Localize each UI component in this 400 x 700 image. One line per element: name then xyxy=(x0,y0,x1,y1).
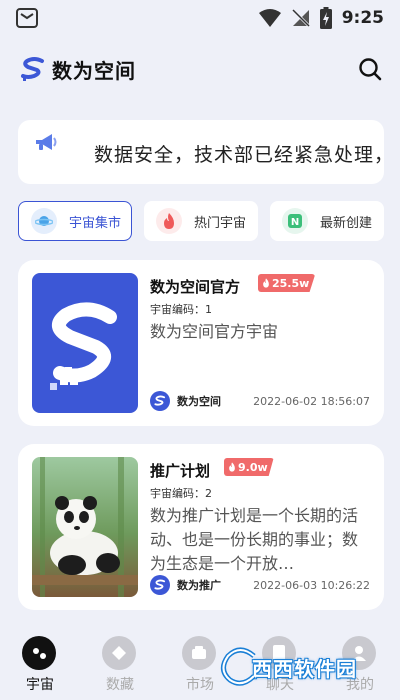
heat-badge: 25.5w xyxy=(258,274,316,292)
universe-code: 宇宙编码：2 xyxy=(150,487,212,500)
collection-icon xyxy=(102,636,136,670)
card-description: 数为推广计划是一个长期的活动、也是一份长期的事业；数为生态是一个开放… xyxy=(150,506,359,573)
filter-label: 宇宙集市 xyxy=(69,215,122,231)
chat-icon xyxy=(262,636,296,670)
avatar xyxy=(150,391,170,411)
card-thumbnail xyxy=(32,273,138,413)
tab-label: 数藏 xyxy=(106,677,134,693)
filter-newest[interactable]: N 最新创建 xyxy=(270,201,384,241)
megaphone-icon xyxy=(36,134,57,150)
universe-card[interactable]: 数为空间官方 25.5w 宇宙编码：1 数为空间官方宇宙 数为空间 2022-0… xyxy=(18,260,384,426)
author-name: 数为推广 xyxy=(177,579,221,592)
new-badge-icon: N xyxy=(282,208,308,234)
card-date: 2022-06-02 18:56:07 xyxy=(253,395,370,408)
tab-market[interactable]: 市场 xyxy=(160,630,240,700)
filter-label: 最新创建 xyxy=(320,215,373,231)
card-description: 数为空间官方宇宙 xyxy=(150,322,279,341)
notification-icon xyxy=(16,8,38,28)
tab-label: 市场 xyxy=(186,677,214,693)
filter-label: 热门宇宙 xyxy=(194,215,247,231)
category-filters: 宇宙集市 热门宇宙 N 最新创建 xyxy=(18,201,384,241)
card-date: 2022-06-03 10:26:22 xyxy=(253,579,370,592)
flame-icon xyxy=(229,462,235,472)
card-thumbnail xyxy=(32,457,138,597)
card-author: 数为推广 xyxy=(150,575,221,595)
card-author: 数为空间 xyxy=(150,391,221,411)
flame-icon xyxy=(263,278,269,288)
planet-icon xyxy=(31,208,57,234)
app-title: 数为空间 xyxy=(52,58,136,83)
app-logo-icon xyxy=(21,57,44,81)
universe-card[interactable]: 推广计划 9.0w 宇宙编码：2 数为推广计划是一个长期的活动、也是一份长期的事… xyxy=(18,444,384,610)
tab-label: 聊天 xyxy=(266,677,294,693)
announcement-text: 数据安全，技术部已经紧急处理， xyxy=(94,144,384,166)
tab-profile[interactable]: 我的 xyxy=(320,630,400,700)
wifi-icon xyxy=(258,9,281,27)
flame-icon xyxy=(156,208,182,234)
universe-icon xyxy=(22,636,56,670)
tab-chat[interactable]: 聊天 xyxy=(240,630,320,700)
market-icon xyxy=(182,636,216,670)
search-icon xyxy=(359,58,382,81)
filter-hot-universe[interactable]: 热门宇宙 xyxy=(144,201,258,241)
brand-logo-image xyxy=(50,302,117,390)
tab-label: 我的 xyxy=(346,677,374,693)
announcement-banner[interactable]: 数据安全，技术部已经紧急处理， xyxy=(18,120,384,184)
heat-value: 25.5w xyxy=(272,276,310,290)
author-name: 数为空间 xyxy=(177,395,221,408)
bottom-tab-bar: 宇宙 数藏 市场 聊天 我的 xyxy=(0,630,400,700)
card-title: 数为空间官方 xyxy=(150,278,241,296)
top-app-bar: 数为空间 xyxy=(0,46,400,92)
card-title: 推广计划 xyxy=(150,462,211,480)
no-signal-icon xyxy=(290,7,311,29)
panda-image xyxy=(32,457,138,597)
heat-value: 9.0w xyxy=(238,460,268,474)
banner-fade xyxy=(68,120,94,184)
tab-collection[interactable]: 数藏 xyxy=(80,630,160,700)
heat-badge: 9.0w xyxy=(224,458,274,476)
avatar xyxy=(150,575,170,595)
battery-charging-icon xyxy=(319,7,332,29)
universe-code: 宇宙编码：1 xyxy=(150,303,212,316)
search-button[interactable] xyxy=(356,55,384,83)
clock: 9:25 xyxy=(341,8,384,28)
profile-icon xyxy=(342,636,376,670)
tab-label: 宇宙 xyxy=(26,677,54,693)
filter-universe-market[interactable]: 宇宙集市 xyxy=(18,201,132,241)
status-bar: 9:25 xyxy=(0,0,400,36)
tab-universe[interactable]: 宇宙 xyxy=(0,630,80,700)
svg-text:N: N xyxy=(291,217,299,228)
